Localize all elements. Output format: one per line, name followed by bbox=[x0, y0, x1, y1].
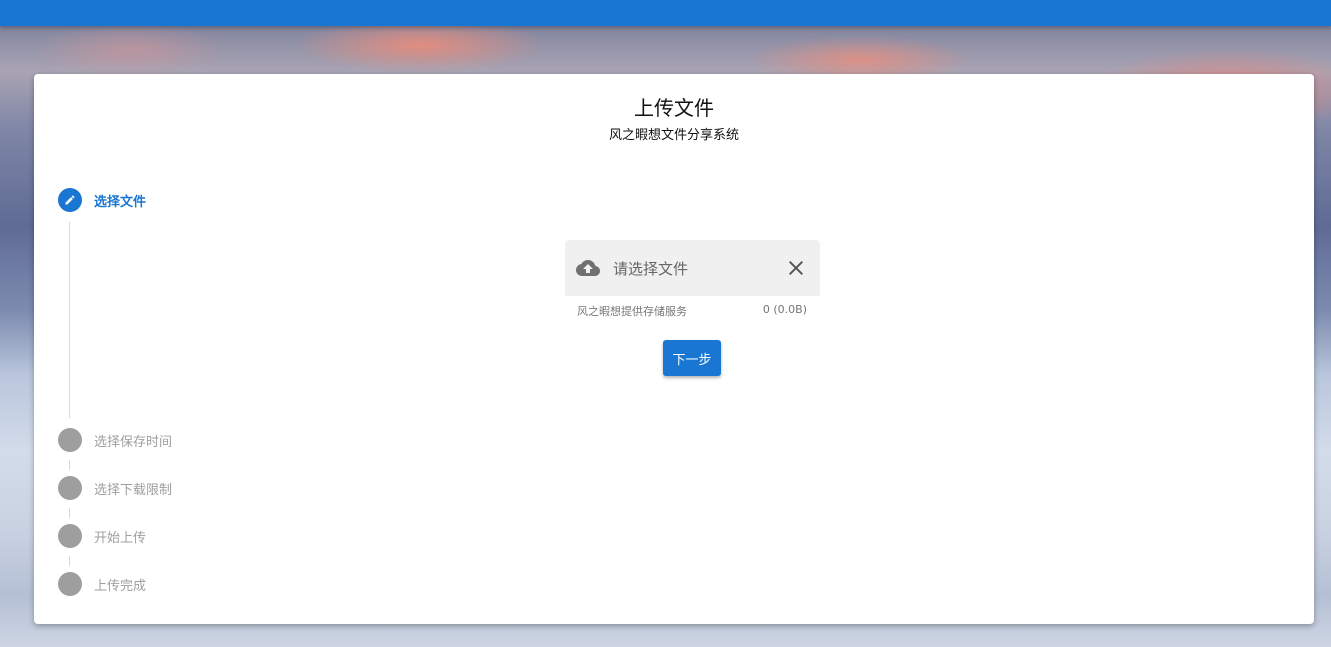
step-label: 上传完成 bbox=[94, 578, 147, 594]
file-input-placeholder: 请选择文件 bbox=[613, 260, 689, 278]
pencil-icon bbox=[65, 195, 75, 205]
stepper-connector bbox=[69, 556, 70, 566]
step-dot bbox=[58, 476, 82, 500]
step-upload-complete[interactable]: 上传完成 bbox=[58, 572, 146, 596]
step-dot bbox=[58, 524, 82, 548]
step-dot bbox=[58, 428, 82, 452]
file-input[interactable]: 请选择文件 bbox=[565, 240, 820, 296]
step-label: 选择下载限制 bbox=[94, 482, 173, 498]
upload-card: 上传文件 风之暇想文件分享系统 选择文件 选择保存时间 选择下载限制 开始上传 … bbox=[34, 74, 1314, 624]
stepper-connector bbox=[69, 222, 70, 418]
stepper-connector bbox=[69, 508, 70, 518]
page-title: 上传文件 bbox=[634, 96, 714, 120]
step-select-retention[interactable]: 选择保存时间 bbox=[58, 428, 172, 452]
close-icon[interactable] bbox=[784, 256, 808, 280]
page-subtitle: 风之暇想文件分享系统 bbox=[608, 128, 739, 143]
step-start-upload[interactable]: 开始上传 bbox=[58, 524, 146, 548]
step-label: 选择文件 bbox=[94, 194, 147, 210]
cloud-upload-icon[interactable] bbox=[576, 256, 600, 280]
stepper-connector bbox=[69, 460, 70, 470]
app-bar bbox=[0, 0, 1331, 26]
step-download-limit[interactable]: 选择下载限制 bbox=[58, 476, 172, 500]
step-select-file[interactable]: 选择文件 bbox=[58, 188, 146, 212]
step-label: 选择保存时间 bbox=[94, 434, 173, 450]
file-size-counter: 0 (0.0B) bbox=[762, 303, 807, 316]
step-dot bbox=[58, 572, 82, 596]
step-label: 开始上传 bbox=[94, 530, 147, 546]
step-dot-active bbox=[58, 188, 82, 212]
file-input-hint: 风之暇想提供存储服务 bbox=[577, 305, 687, 318]
next-step-button[interactable]: 下一步 bbox=[663, 340, 721, 376]
